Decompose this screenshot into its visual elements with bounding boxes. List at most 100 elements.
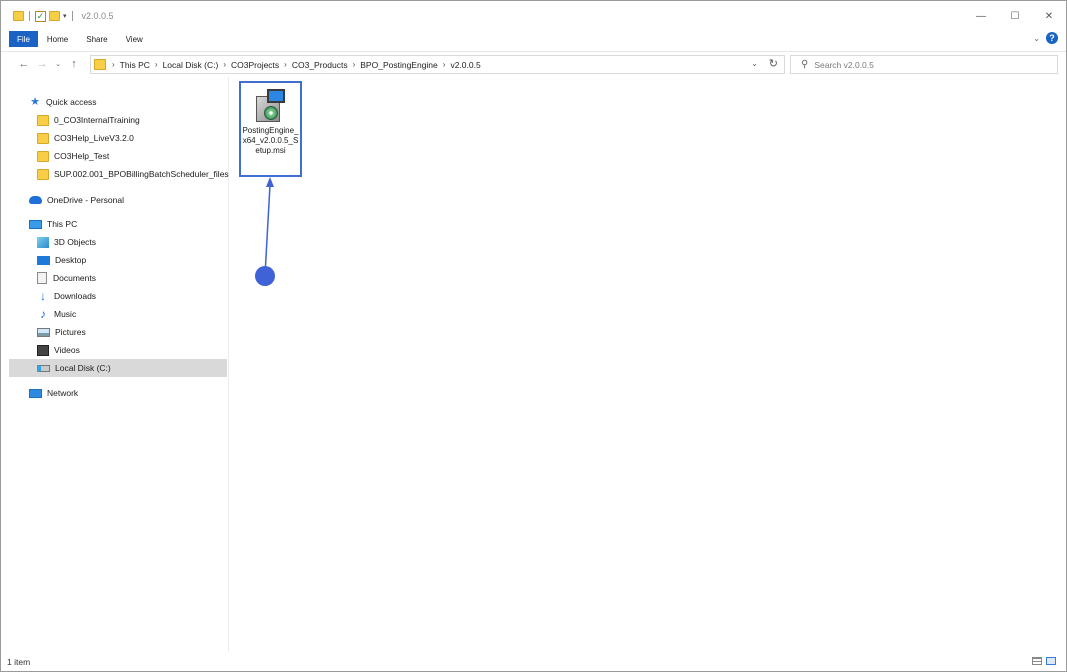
drive-icon xyxy=(37,364,50,372)
up-icon[interactable]: ↑ xyxy=(67,58,81,70)
expand-ribbon-icon[interactable]: ⌄ xyxy=(1033,34,1040,43)
folder-icon xyxy=(94,59,106,70)
nav-item-documents[interactable]: Documents xyxy=(37,269,96,287)
nav-item-videos[interactable]: Videos xyxy=(37,341,80,359)
nav-label: Downloads xyxy=(54,291,97,301)
folder-icon xyxy=(13,11,24,21)
pointer-dot xyxy=(255,266,275,286)
nav-label: Music xyxy=(54,309,77,319)
file-explorer-window: ✓ ▾ v2.0.0.5 — ☐ ✕ File Home Share View … xyxy=(0,0,1067,672)
search-placeholder: Search v2.0.0.5 xyxy=(814,59,874,70)
tab-home[interactable]: Home xyxy=(38,31,77,47)
nav-item-co3help-test[interactable]: CO3Help_Test xyxy=(37,147,109,165)
folder-icon xyxy=(37,132,49,144)
nav-label: Documents xyxy=(53,273,96,283)
pointer-arrow xyxy=(264,177,274,276)
file-list: PostingEngine_x64_v2.0.0.5_Setup.msi xyxy=(230,77,1066,652)
nav-item-music[interactable]: ♪ Music xyxy=(37,305,76,323)
breadcrumb-co3-products[interactable]: CO3_Products xyxy=(292,60,348,70)
document-icon xyxy=(37,272,47,284)
status-bar: 1 item xyxy=(1,652,1066,672)
search-input[interactable]: ⚲ Search v2.0.0.5 xyxy=(790,55,1058,74)
tab-share[interactable]: Share xyxy=(77,31,116,47)
forward-icon[interactable]: → xyxy=(35,58,49,70)
nav-item-3d-objects[interactable]: 3D Objects xyxy=(37,233,96,251)
chevron-right-icon[interactable]: › xyxy=(284,60,287,69)
navigation-pane: ★ Quick access 0_CO3InternalTraining CO3… xyxy=(1,77,229,652)
computer-icon xyxy=(29,219,42,229)
nav-onedrive[interactable]: OneDrive - Personal xyxy=(29,191,124,209)
nav-label: CO3Help_LiveV3.2.0 xyxy=(54,133,134,143)
close-button[interactable]: ✕ xyxy=(1032,1,1066,31)
breadcrumb-current[interactable]: v2.0.0.5 xyxy=(450,60,480,70)
separator xyxy=(71,11,73,21)
nav-label: Desktop xyxy=(55,255,87,265)
chevron-right-icon[interactable]: › xyxy=(443,60,446,69)
video-icon xyxy=(37,344,49,356)
address-row: ← → ⌄ ↑ › This PC › Local Disk (C:) › CO… xyxy=(1,51,1066,76)
nav-label: 3D Objects xyxy=(54,237,97,247)
properties-icon[interactable]: ✓ xyxy=(35,10,46,22)
recent-locations-icon[interactable]: ⌄ xyxy=(51,60,65,68)
nav-item-local-disk[interactable]: Local Disk (C:) xyxy=(9,359,227,377)
chevron-right-icon[interactable]: › xyxy=(155,60,158,69)
breadcrumb-this-pc[interactable]: This PC xyxy=(120,60,150,70)
ribbon-right: ⌄ ? xyxy=(1033,32,1058,44)
cloud-icon xyxy=(29,196,42,204)
folder-icon xyxy=(37,114,49,126)
nav-label: Local Disk (C:) xyxy=(55,363,111,373)
breadcrumb-bpo-postingengine[interactable]: BPO_PostingEngine xyxy=(360,60,438,70)
refresh-icon[interactable]: ↻ xyxy=(769,57,778,70)
title-bar: ✓ ▾ v2.0.0.5 — ☐ ✕ xyxy=(1,1,1066,31)
nav-network[interactable]: Network xyxy=(29,384,78,402)
desktop-icon xyxy=(37,255,50,265)
tab-view[interactable]: View xyxy=(117,31,152,47)
chevron-right-icon[interactable]: › xyxy=(353,60,356,69)
chevron-right-icon[interactable]: › xyxy=(112,60,115,69)
new-folder-icon[interactable] xyxy=(49,11,60,21)
view-switcher xyxy=(1032,657,1056,665)
download-icon: ↓ xyxy=(40,288,46,303)
help-icon[interactable]: ? xyxy=(1046,32,1058,44)
nav-item-sup-files[interactable]: SUP.002.001_BPOBillingBatchScheduler_fil… xyxy=(37,165,229,183)
nav-item-co3help-live[interactable]: CO3Help_LiveV3.2.0 xyxy=(37,129,134,147)
address-dropdown-icon[interactable]: ⌄ xyxy=(751,59,758,68)
nav-quick-access[interactable]: ★ Quick access xyxy=(29,93,97,111)
arrow-head xyxy=(266,177,274,187)
nav-item-desktop[interactable]: Desktop xyxy=(37,251,86,269)
breadcrumb-local-disk[interactable]: Local Disk (C:) xyxy=(163,60,219,70)
window-controls: — ☐ ✕ xyxy=(964,1,1066,31)
nav-label: 0_CO3InternalTraining xyxy=(54,115,140,125)
nav-label: This PC xyxy=(47,219,78,229)
nav-this-pc[interactable]: This PC xyxy=(29,215,77,233)
arrow-line xyxy=(264,184,271,276)
music-icon: ♪ xyxy=(40,306,46,321)
breadcrumb-co3projects[interactable]: CO3Projects xyxy=(231,60,279,70)
nav-label: OneDrive - Personal xyxy=(47,195,125,205)
folder-icon xyxy=(37,150,49,162)
nav-label: SUP.002.001_BPOBillingBatchScheduler_fil… xyxy=(54,169,229,179)
item-count: 1 item xyxy=(7,657,31,667)
customize-toolbar-icon[interactable]: ▾ xyxy=(63,12,67,20)
maximize-button[interactable]: ☐ xyxy=(998,1,1032,31)
tab-file[interactable]: File xyxy=(9,31,38,47)
folder-icon xyxy=(37,168,49,180)
nav-item-downloads[interactable]: ↓ Downloads xyxy=(37,287,96,305)
details-view-icon[interactable] xyxy=(1032,657,1042,665)
nav-label: Network xyxy=(47,388,79,398)
nav-item-0-co3internaltraining[interactable]: 0_CO3InternalTraining xyxy=(37,111,140,129)
picture-icon xyxy=(37,327,50,337)
large-icons-view-icon[interactable] xyxy=(1046,657,1056,665)
nav-label: Videos xyxy=(54,345,80,355)
ribbon-tabs: File Home Share View ⌄ ? xyxy=(1,31,1066,47)
nav-item-pictures[interactable]: Pictures xyxy=(37,323,86,341)
minimize-button[interactable]: — xyxy=(964,1,998,31)
nav-label: Quick access xyxy=(46,97,97,107)
chevron-right-icon[interactable]: › xyxy=(223,60,226,69)
back-icon[interactable]: ← xyxy=(17,58,31,70)
nav-label: Pictures xyxy=(55,327,86,337)
star-icon: ★ xyxy=(30,95,40,108)
address-bar[interactable]: › This PC › Local Disk (C:) › CO3Project… xyxy=(90,55,785,74)
network-icon xyxy=(29,388,42,398)
separator xyxy=(29,11,30,21)
